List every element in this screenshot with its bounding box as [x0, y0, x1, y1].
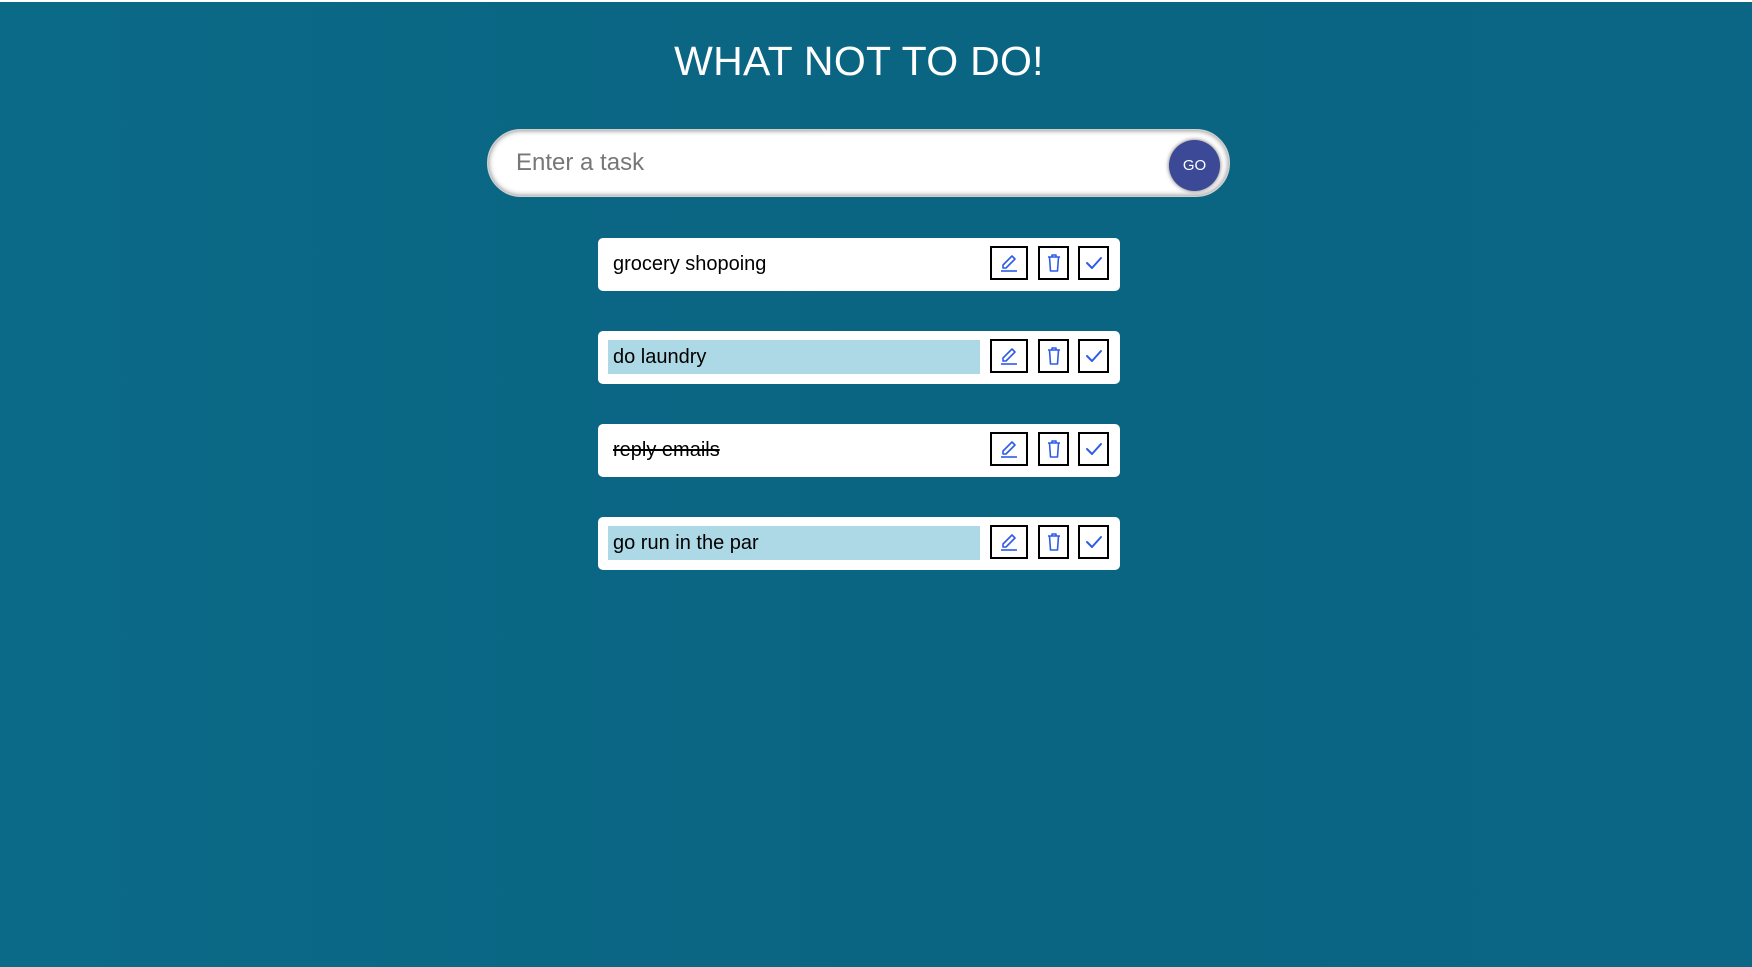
check-icon: [1084, 532, 1104, 552]
app-background: WHAT NOT TO DO! GO grocery shopoing: [0, 2, 1752, 967]
edit-button[interactable]: [990, 432, 1028, 466]
todo-item: grocery shopoing: [598, 238, 1120, 291]
delete-button[interactable]: [1038, 432, 1069, 466]
todo-text[interactable]: go run in the par: [608, 526, 980, 560]
todo-list: grocery shopoing do laundry reply emails…: [598, 238, 1120, 610]
page-title: WHAT NOT TO DO!: [674, 38, 1044, 84]
todo-text[interactable]: grocery shopoing: [608, 247, 980, 281]
edit-button[interactable]: [990, 525, 1028, 559]
delete-button[interactable]: [1038, 246, 1069, 280]
todo-item: go run in the par: [598, 517, 1120, 570]
go-button[interactable]: GO: [1169, 140, 1220, 191]
pencil-icon: [998, 252, 1020, 274]
check-icon: [1084, 439, 1104, 459]
check-icon: [1084, 253, 1104, 273]
edit-button[interactable]: [990, 339, 1028, 373]
pencil-icon: [998, 438, 1020, 460]
complete-button[interactable]: [1078, 525, 1109, 559]
edit-button[interactable]: [990, 246, 1028, 280]
todo-item: do laundry: [598, 331, 1120, 384]
complete-button[interactable]: [1078, 246, 1109, 280]
pencil-icon: [998, 345, 1020, 367]
delete-button[interactable]: [1038, 339, 1069, 373]
complete-button[interactable]: [1078, 339, 1109, 373]
delete-button[interactable]: [1038, 525, 1069, 559]
task-input[interactable]: [516, 144, 1136, 182]
trash-icon: [1044, 531, 1064, 553]
trash-icon: [1044, 252, 1064, 274]
trash-icon: [1044, 438, 1064, 460]
pencil-icon: [998, 531, 1020, 553]
trash-icon: [1044, 345, 1064, 367]
complete-button[interactable]: [1078, 432, 1109, 466]
task-form: GO: [487, 129, 1230, 197]
check-icon: [1084, 346, 1104, 366]
todo-text[interactable]: reply emails: [608, 433, 980, 467]
todo-text[interactable]: do laundry: [608, 340, 980, 374]
todo-item: reply emails: [598, 424, 1120, 477]
